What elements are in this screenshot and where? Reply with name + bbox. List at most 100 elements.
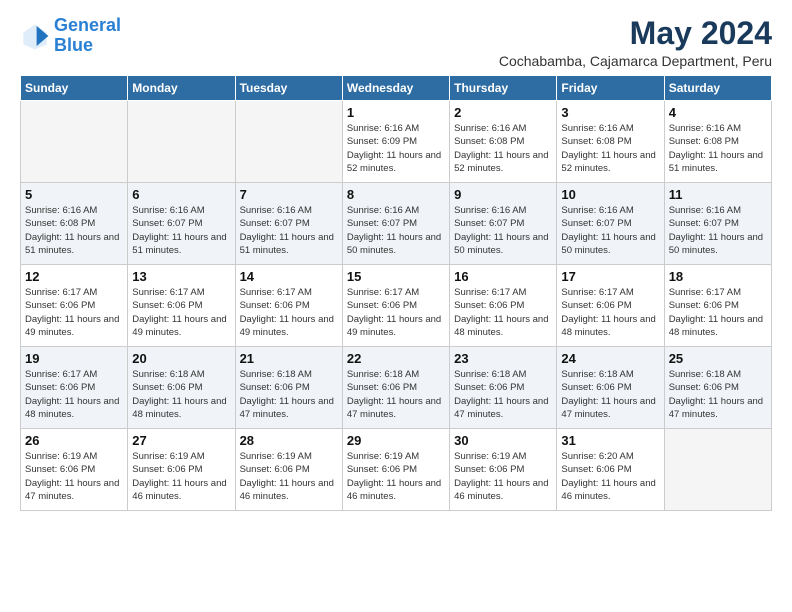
day-info: Sunrise: 6:19 AMSunset: 6:06 PMDaylight:… [25, 450, 123, 503]
day-number: 6 [132, 187, 230, 202]
day-number: 27 [132, 433, 230, 448]
day-info: Sunrise: 6:16 AMSunset: 6:07 PMDaylight:… [669, 204, 767, 257]
day-number: 28 [240, 433, 338, 448]
day-info: Sunrise: 6:18 AMSunset: 6:06 PMDaylight:… [347, 368, 445, 421]
day-info: Sunrise: 6:17 AMSunset: 6:06 PMDaylight:… [454, 286, 552, 339]
table-cell: 4 Sunrise: 6:16 AMSunset: 6:08 PMDaylight… [664, 101, 771, 183]
calendar-week-row: 12 Sunrise: 6:17 AMSunset: 6:06 PMDayligh… [21, 265, 772, 347]
table-cell: 21 Sunrise: 6:18 AMSunset: 6:06 PMDayligh… [235, 347, 342, 429]
table-cell: 8 Sunrise: 6:16 AMSunset: 6:07 PMDaylight… [342, 183, 449, 265]
day-number: 7 [240, 187, 338, 202]
day-info: Sunrise: 6:16 AMSunset: 6:07 PMDaylight:… [240, 204, 338, 257]
day-number: 18 [669, 269, 767, 284]
day-number: 23 [454, 351, 552, 366]
day-number: 19 [25, 351, 123, 366]
table-cell: 23 Sunrise: 6:18 AMSunset: 6:06 PMDayligh… [450, 347, 557, 429]
table-cell [21, 101, 128, 183]
day-number: 20 [132, 351, 230, 366]
day-info: Sunrise: 6:17 AMSunset: 6:06 PMDaylight:… [669, 286, 767, 339]
day-number: 1 [347, 105, 445, 120]
table-cell: 10Sunrise: 6:16 AMSunset: 6:07 PMDayligh… [557, 183, 664, 265]
day-info: Sunrise: 6:16 AMSunset: 6:08 PMDaylight:… [561, 122, 659, 175]
day-info: Sunrise: 6:16 AMSunset: 6:07 PMDaylight:… [347, 204, 445, 257]
day-number: 17 [561, 269, 659, 284]
table-cell [664, 429, 771, 511]
day-number: 22 [347, 351, 445, 366]
page: General Blue May 2024 Cochabamba, Cajama… [0, 0, 792, 612]
table-cell: 20 Sunrise: 6:18 AMSunset: 6:06 PMDayligh… [128, 347, 235, 429]
day-number: 16 [454, 269, 552, 284]
day-info: Sunrise: 6:19 AMSunset: 6:06 PMDaylight:… [454, 450, 552, 503]
table-cell: 25 Sunrise: 6:18 AMSunset: 6:06 PMDayligh… [664, 347, 771, 429]
calendar-week-row: 5 Sunrise: 6:16 AMSunset: 6:08 PMDaylight… [21, 183, 772, 265]
day-number: 15 [347, 269, 445, 284]
day-info: Sunrise: 6:19 AMSunset: 6:06 PMDaylight:… [240, 450, 338, 503]
day-info: Sunrise: 6:17 AMSunset: 6:06 PMDaylight:… [25, 286, 123, 339]
day-number: 8 [347, 187, 445, 202]
table-cell: 12 Sunrise: 6:17 AMSunset: 6:06 PMDayligh… [21, 265, 128, 347]
table-cell: 11 Sunrise: 6:16 AMSunset: 6:07 PMDayligh… [664, 183, 771, 265]
col-tuesday: Tuesday [235, 76, 342, 101]
day-info: Sunrise: 6:16 AMSunset: 6:08 PMDaylight:… [669, 122, 767, 175]
day-info: Sunrise: 6:18 AMSunset: 6:06 PMDaylight:… [240, 368, 338, 421]
day-number: 12 [25, 269, 123, 284]
col-sunday: Sunday [21, 76, 128, 101]
day-number: 31 [561, 433, 659, 448]
calendar-week-row: 1 Sunrise: 6:16 AMSunset: 6:09 PMDaylight… [21, 101, 772, 183]
day-number: 29 [347, 433, 445, 448]
day-number: 2 [454, 105, 552, 120]
day-info: Sunrise: 6:17 AMSunset: 6:06 PMDaylight:… [240, 286, 338, 339]
calendar-week-row: 19 Sunrise: 6:17 AMSunset: 6:06 PMDayligh… [21, 347, 772, 429]
day-info: Sunrise: 6:17 AMSunset: 6:06 PMDaylight:… [25, 368, 123, 421]
day-info: Sunrise: 6:16 AMSunset: 6:09 PMDaylight:… [347, 122, 445, 175]
table-cell: 14Sunrise: 6:17 AMSunset: 6:06 PMDayligh… [235, 265, 342, 347]
table-cell: 26 Sunrise: 6:19 AMSunset: 6:06 PMDayligh… [21, 429, 128, 511]
day-number: 13 [132, 269, 230, 284]
logo-text: General Blue [54, 16, 121, 56]
day-number: 4 [669, 105, 767, 120]
logo-general: General [54, 15, 121, 35]
table-cell: 15Sunrise: 6:17 AMSunset: 6:06 PMDayligh… [342, 265, 449, 347]
day-number: 11 [669, 187, 767, 202]
calendar: Sunday Monday Tuesday Wednesday Thursday… [20, 75, 772, 511]
table-cell [235, 101, 342, 183]
table-cell: 2 Sunrise: 6:16 AMSunset: 6:08 PMDaylight… [450, 101, 557, 183]
table-cell: 5 Sunrise: 6:16 AMSunset: 6:08 PMDaylight… [21, 183, 128, 265]
day-info: Sunrise: 6:16 AMSunset: 6:08 PMDaylight:… [25, 204, 123, 257]
day-info: Sunrise: 6:16 AMSunset: 6:08 PMDaylight:… [454, 122, 552, 175]
table-cell: 19 Sunrise: 6:17 AMSunset: 6:06 PMDayligh… [21, 347, 128, 429]
day-number: 25 [669, 351, 767, 366]
day-number: 24 [561, 351, 659, 366]
day-info: Sunrise: 6:18 AMSunset: 6:06 PMDaylight:… [454, 368, 552, 421]
day-number: 30 [454, 433, 552, 448]
day-info: Sunrise: 6:17 AMSunset: 6:06 PMDaylight:… [132, 286, 230, 339]
table-cell: 3Sunrise: 6:16 AMSunset: 6:08 PMDaylight… [557, 101, 664, 183]
table-cell: 9Sunrise: 6:16 AMSunset: 6:07 PMDaylight… [450, 183, 557, 265]
table-cell: 6 Sunrise: 6:16 AMSunset: 6:07 PMDaylight… [128, 183, 235, 265]
day-number: 21 [240, 351, 338, 366]
table-cell: 29 Sunrise: 6:19 AMSunset: 6:06 PMDayligh… [342, 429, 449, 511]
table-cell: 18 Sunrise: 6:17 AMSunset: 6:06 PMDayligh… [664, 265, 771, 347]
day-info: Sunrise: 6:18 AMSunset: 6:06 PMDaylight:… [669, 368, 767, 421]
table-cell [128, 101, 235, 183]
day-info: Sunrise: 6:16 AMSunset: 6:07 PMDaylight:… [132, 204, 230, 257]
col-friday: Friday [557, 76, 664, 101]
day-info: Sunrise: 6:19 AMSunset: 6:06 PMDaylight:… [347, 450, 445, 503]
col-saturday: Saturday [664, 76, 771, 101]
col-monday: Monday [128, 76, 235, 101]
day-info: Sunrise: 6:17 AMSunset: 6:06 PMDaylight:… [561, 286, 659, 339]
day-number: 10 [561, 187, 659, 202]
title-block: May 2024 Cochabamba, Cajamarca Departmen… [499, 16, 772, 69]
table-cell: 28 Sunrise: 6:19 AMSunset: 6:06 PMDayligh… [235, 429, 342, 511]
calendar-week-row: 26 Sunrise: 6:19 AMSunset: 6:06 PMDayligh… [21, 429, 772, 511]
table-cell: 7 Sunrise: 6:16 AMSunset: 6:07 PMDaylight… [235, 183, 342, 265]
calendar-header-row: Sunday Monday Tuesday Wednesday Thursday… [21, 76, 772, 101]
day-info: Sunrise: 6:18 AMSunset: 6:06 PMDaylight:… [132, 368, 230, 421]
logo-icon [20, 21, 50, 51]
day-number: 26 [25, 433, 123, 448]
table-cell: 1 Sunrise: 6:16 AMSunset: 6:09 PMDaylight… [342, 101, 449, 183]
month-title: May 2024 [499, 16, 772, 51]
day-number: 9 [454, 187, 552, 202]
day-number: 5 [25, 187, 123, 202]
table-cell: 16 Sunrise: 6:17 AMSunset: 6:06 PMDayligh… [450, 265, 557, 347]
